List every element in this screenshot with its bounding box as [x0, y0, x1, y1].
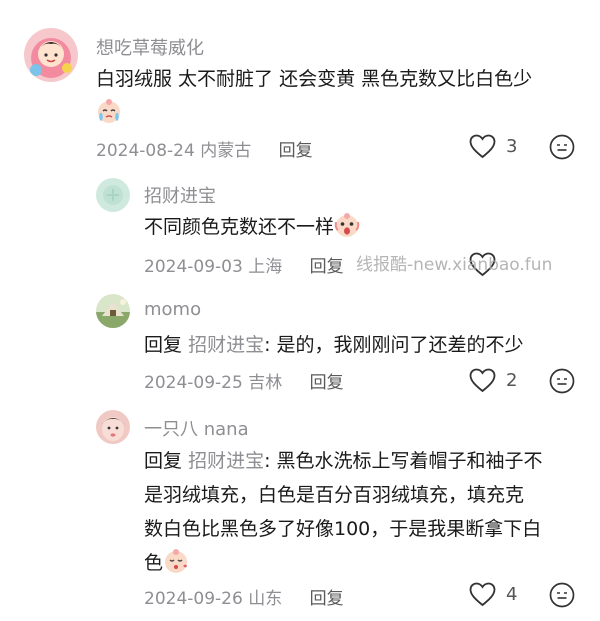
- avatar[interactable]: [96, 294, 130, 328]
- like-button[interactable]: 4: [469, 582, 517, 607]
- reply-prefix: 回复: [144, 334, 183, 356]
- comment-username[interactable]: 一只八 nana: [144, 415, 249, 441]
- comment-meta: 2024-08-24 内蒙古 回复: [96, 136, 313, 161]
- comment-body-line: 数白色比黑色多了好像100，于是我果断拿下白: [144, 518, 542, 540]
- comment-body-line: 色: [144, 552, 164, 574]
- comment-meta: 2024-09-03 上海 回复: [144, 252, 344, 277]
- comment-body-line: : 黑色水洗标上写着帽子和袖子不: [264, 450, 543, 472]
- comment-body: 白羽绒服 太不耐脏了 还会变黄 黑色克数又比白色少: [96, 68, 533, 90]
- reply-button[interactable]: 回复: [310, 257, 344, 277]
- more-options-icon: [549, 134, 575, 160]
- heart-outline-icon: [469, 134, 496, 159]
- reply-button[interactable]: 回复: [310, 589, 344, 609]
- comment-emoji-line: [96, 96, 122, 130]
- comment-location: 吉林: [248, 373, 283, 393]
- more-options-button[interactable]: [549, 582, 575, 608]
- like-count: 3: [506, 136, 518, 157]
- comment-location: 上海: [248, 257, 283, 277]
- comment-text: 色: [144, 546, 189, 580]
- more-options-button[interactable]: [549, 134, 575, 160]
- comment-date: 2024-09-03: [144, 257, 243, 277]
- like-count: 2: [506, 370, 518, 391]
- reply-target-username[interactable]: 招财进宝: [188, 334, 264, 356]
- like-button[interactable]: 3: [469, 134, 517, 159]
- tearful-face-emoji: [96, 98, 122, 124]
- watermark: 线报酷-new.xianbao.fun: [356, 255, 553, 275]
- heart-outline-icon: [469, 368, 496, 393]
- more-options-icon: [549, 582, 575, 608]
- comment-text: 数白色比黑色多了好像100，于是我果断拿下白: [144, 512, 541, 546]
- comment-text: 是羽绒填充，白色是百分百羽绒填充，填充克: [144, 478, 524, 512]
- comment-text: 回复 招财进宝: 是的，我刚刚问了还差的不少: [144, 328, 524, 362]
- comment-location: 山东: [248, 589, 283, 609]
- comment-body: : 是的，我刚刚问了还差的不少: [264, 334, 524, 356]
- comment-text: 回复 招财进宝: 黑色水洗标上写着帽子和袖子不: [144, 444, 543, 478]
- comment-date: 2024-09-26: [144, 589, 243, 609]
- reply-button[interactable]: 回复: [310, 373, 344, 393]
- like-button[interactable]: 2: [469, 368, 517, 393]
- avatar[interactable]: [96, 178, 130, 212]
- kissing-face-emoji: [163, 548, 189, 574]
- more-options-icon: [549, 368, 575, 394]
- comment-location: 内蒙古: [200, 141, 252, 161]
- comment-username[interactable]: 想吃草莓威化: [96, 34, 204, 60]
- reply-prefix: 回复: [144, 450, 183, 472]
- comment-body-line: 是羽绒填充，白色是百分百羽绒填充，填充克: [144, 484, 525, 506]
- reply-button[interactable]: 回复: [279, 141, 313, 161]
- comment-meta: 2024-09-25 吉林 回复: [144, 368, 344, 393]
- comment-username[interactable]: momo: [144, 299, 201, 320]
- avatar[interactable]: [24, 28, 78, 82]
- more-options-button[interactable]: [549, 368, 575, 394]
- reply-target-username[interactable]: 招财进宝: [188, 450, 264, 472]
- comment-date: 2024-09-25: [144, 373, 243, 393]
- comment-meta: 2024-09-26 山东 回复: [144, 584, 344, 609]
- comment-body: 不同颜色克数还不一样: [144, 216, 335, 238]
- comment-date: 2024-08-24: [96, 141, 195, 161]
- like-count: 4: [506, 584, 518, 605]
- avatar[interactable]: [96, 410, 130, 444]
- comment-text: 不同颜色克数还不一样: [144, 210, 360, 244]
- heart-outline-icon: [469, 582, 496, 607]
- screaming-face-emoji: [334, 212, 360, 238]
- comment-username[interactable]: 招财进宝: [144, 182, 216, 208]
- comment-text: 白羽绒服 太不耐脏了 还会变黄 黑色克数又比白色少: [96, 62, 532, 96]
